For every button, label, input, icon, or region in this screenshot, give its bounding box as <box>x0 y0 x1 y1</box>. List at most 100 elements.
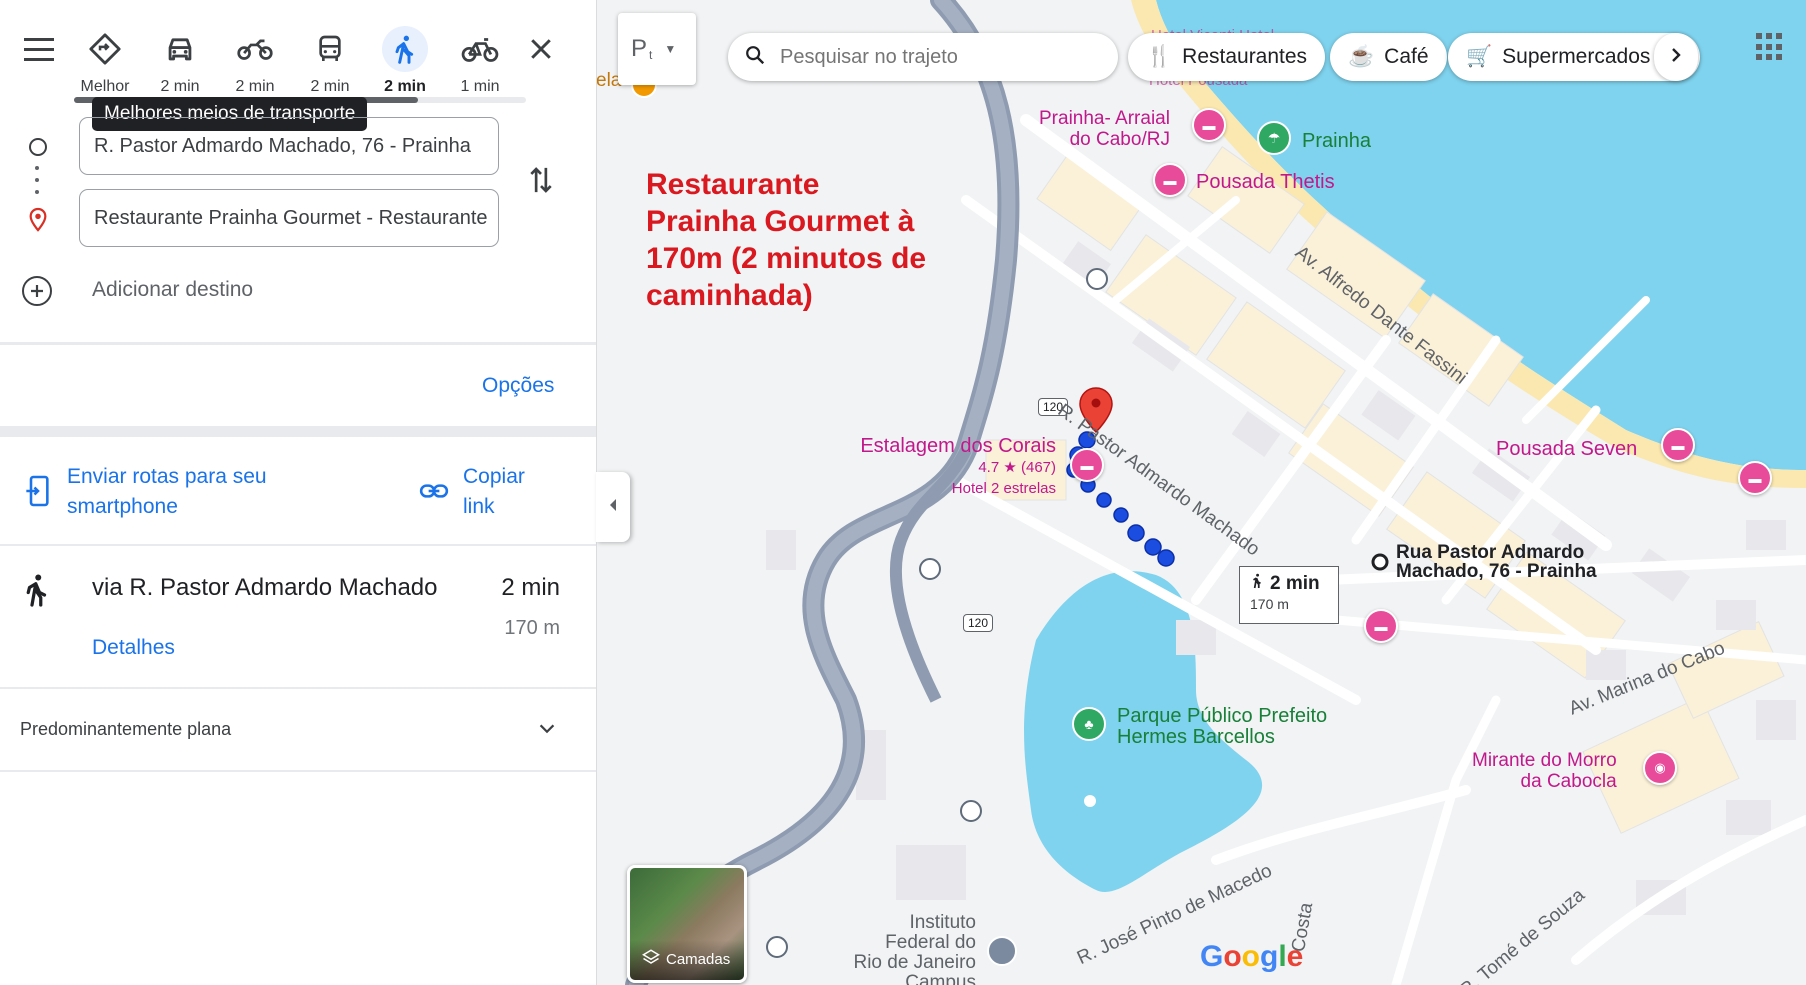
parking-label: P <box>631 35 648 62</box>
swap-icon[interactable] <box>526 163 556 202</box>
mode-motorcycle-label: 2 min <box>235 78 275 95</box>
divider <box>0 342 596 345</box>
search-along-route[interactable] <box>728 33 1118 81</box>
map-label-prainha: Prainha <box>1302 130 1371 152</box>
options-link[interactable]: Opções <box>482 374 554 398</box>
bus-stop-icon[interactable] <box>960 800 982 822</box>
send-to-phone-link[interactable]: Enviar rotas para seu smartphone <box>67 462 267 522</box>
link-icon[interactable] <box>419 479 449 508</box>
mode-best-label: Melhor <box>80 78 130 95</box>
map-label-parque: Parque Público Prefeito Hermes Barcellos <box>1117 705 1328 748</box>
copy-link-button[interactable]: Copiar link <box>463 462 525 522</box>
map-label-pousada-thetis: Pousada Thetis <box>1196 171 1335 193</box>
map-label-pousada-seven: Pousada Seven <box>1496 438 1638 460</box>
walking-route-icon <box>22 572 52 613</box>
search-input[interactable] <box>778 44 1082 70</box>
chevron-right-icon <box>1669 46 1683 69</box>
chips-next-button[interactable] <box>1654 33 1698 81</box>
annotation-text: Restaurante Prainha Gourmet à 170m (2 mi… <box>646 168 927 312</box>
mode-bicycle[interactable]: 1 min <box>449 26 511 96</box>
directions-diamond-icon <box>82 26 128 72</box>
school-marker-icon[interactable] <box>987 936 1017 966</box>
layers-label: Camadas <box>666 950 731 968</box>
hotel-marker-icon[interactable]: ▬ <box>1738 461 1772 495</box>
hotel-marker-icon[interactable]: ▬ <box>1364 609 1398 643</box>
hotel-marker-icon[interactable]: ▬ <box>1661 428 1695 462</box>
parking-button[interactable]: P t ▼ <box>618 13 696 85</box>
cart-icon: 🛒 <box>1466 45 1493 68</box>
park-marker-icon[interactable]: ♣ <box>1072 707 1106 741</box>
mode-walk[interactable]: 2 min <box>374 26 436 96</box>
bicycle-icon <box>457 26 503 72</box>
hotel-marker-icon[interactable]: ▬ <box>1153 163 1187 197</box>
map-base <box>625 0 1806 985</box>
walking-icon <box>1250 571 1264 596</box>
layers-icon <box>642 948 660 970</box>
route-distance: 170 m <box>504 617 560 639</box>
chip-supermarkets-label: Supermercados <box>1502 45 1651 68</box>
search-icon <box>744 44 766 71</box>
origin-circle-icon <box>29 138 47 156</box>
mode-best[interactable]: Melhor <box>74 26 136 96</box>
google-logo: Google <box>1200 940 1304 973</box>
chip-cafe-label: Café <box>1384 45 1429 68</box>
map-label-instituto: Instituto Federal do Rio de Janeiro Campus <box>853 912 976 985</box>
copy-link-line1: Copiar <box>463 465 525 488</box>
chevron-down-icon[interactable] <box>536 718 558 745</box>
route-dots-icon <box>35 166 39 196</box>
mode-transit-label: 2 min <box>310 78 350 95</box>
fork-knife-icon: 🍴 <box>1146 45 1173 68</box>
send-to-phone-line1: Enviar rotas para seu <box>67 465 267 488</box>
menu-icon[interactable] <box>24 38 54 62</box>
route-via[interactable]: via R. Pastor Admardo Machado <box>92 574 438 602</box>
bus-icon <box>307 26 353 72</box>
divider <box>0 770 596 772</box>
hotel-marker-icon[interactable]: ▬ <box>1192 108 1226 142</box>
add-icon[interactable] <box>22 276 52 306</box>
copy-link-line2: link <box>463 495 495 518</box>
mode-bicycle-label: 1 min <box>460 78 500 95</box>
route-duration: 2 min <box>501 574 560 601</box>
bus-stop-icon[interactable] <box>919 558 941 580</box>
mode-transit[interactable]: 2 min <box>299 26 361 96</box>
map-canvas[interactable]: ▬ ☂ ▬ ▬ ▬ ▬ ▬ ◉ ♣ 120 120 ela Hotel Vice… <box>596 0 1806 985</box>
destination-pin-icon <box>27 207 49 238</box>
divider <box>0 687 596 689</box>
apps-grid-icon[interactable] <box>1756 33 1784 61</box>
map-label-prainha-arraial: Prainha- Arraial do Cabo/RJ <box>1039 108 1170 150</box>
origin-input[interactable]: R. Pastor Admardo Machado, 76 - Prainha <box>79 117 499 175</box>
road-shield-120: 120 <box>963 614 994 632</box>
mode-motorcycle[interactable]: 2 min <box>224 26 286 96</box>
send-to-phone-line2: smartphone <box>67 495 178 518</box>
camera-marker-icon[interactable]: ◉ <box>1643 751 1677 785</box>
walking-icon <box>382 26 428 72</box>
destination-input[interactable]: Restaurante Prainha Gourmet - Restaurant… <box>79 189 499 247</box>
close-icon[interactable] <box>526 34 556 64</box>
parking-icon: t <box>649 48 653 62</box>
mode-car[interactable]: 2 min <box>149 26 211 96</box>
add-destination-button[interactable]: Adicionar destino <box>92 278 253 302</box>
chevron-left-icon <box>607 497 619 518</box>
chip-cafe[interactable]: ☕ Café <box>1330 33 1447 81</box>
mode-walk-label: 2 min <box>384 78 426 95</box>
callout-time: 2 min <box>1270 572 1320 594</box>
terrain-summary[interactable]: Predominantemente plana <box>20 719 231 740</box>
layers-button[interactable]: Camadas <box>627 865 747 983</box>
details-link[interactable]: Detalhes <box>92 636 175 660</box>
bus-stop-icon[interactable] <box>766 936 788 958</box>
callout-distance: 170 m <box>1250 596 1289 612</box>
hotel-marker-icon[interactable]: ▬ <box>1070 448 1104 482</box>
destination-value: Restaurante Prainha Gourmet - Restaurant… <box>94 206 488 229</box>
car-icon <box>157 26 203 72</box>
route-duration-callout[interactable]: 2 min 170 m <box>1239 566 1339 624</box>
send-to-phone-icon[interactable] <box>24 474 52 513</box>
collapse-panel-button[interactable] <box>596 472 630 542</box>
beach-marker-icon[interactable]: ☂ <box>1257 121 1291 155</box>
chip-restaurants-label: Restaurantes <box>1182 45 1308 68</box>
motorcycle-icon <box>232 26 278 72</box>
divider <box>0 544 596 546</box>
chip-restaurants[interactable]: 🍴 Restaurantes <box>1128 33 1326 81</box>
bus-stop-icon[interactable] <box>1086 268 1108 290</box>
mode-car-label: 2 min <box>160 78 200 95</box>
divider <box>0 426 596 437</box>
